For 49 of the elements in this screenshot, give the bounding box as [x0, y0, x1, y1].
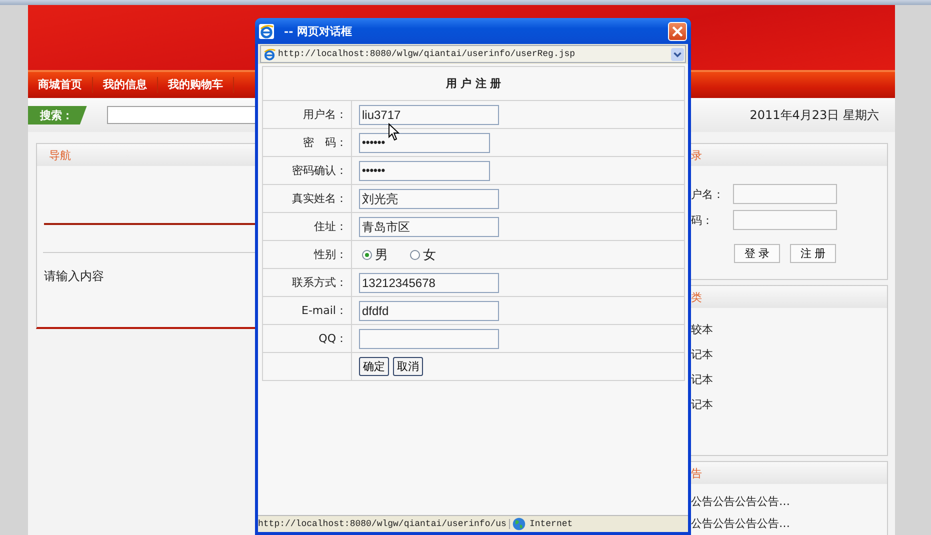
radio-option[interactable]: 男	[362, 246, 388, 264]
close-icon	[672, 26, 683, 36]
date-text: 2011年4月23日 星期六	[750, 106, 879, 124]
dropdown-icon	[671, 48, 684, 60]
form-button[interactable]: 取消	[393, 357, 423, 376]
nav-link[interactable]: 我的信息	[93, 77, 158, 93]
input-field[interactable]	[359, 328, 499, 348]
login-button[interactable]: 注 册	[790, 244, 836, 263]
input-field[interactable]	[733, 184, 837, 204]
zone-text: Internet	[529, 519, 573, 529]
field-label: 密 码：	[303, 136, 347, 149]
panel-title: 类	[691, 290, 702, 304]
field-label: 用户名：	[303, 108, 347, 121]
input-field[interactable]: dfdfd	[359, 300, 499, 320]
close-button[interactable]	[668, 22, 687, 40]
field-label: 密码确认：	[292, 164, 347, 177]
input-field[interactable]: 青岛市区	[359, 216, 499, 236]
field-label: QQ：	[318, 332, 347, 345]
input-field[interactable]	[733, 210, 837, 230]
search-label: 搜索：	[28, 106, 87, 124]
status-text: http://localhost:8080/wlgw/qiantai/userinfo/us	[258, 519, 510, 529]
field-label: 联系方式：	[292, 276, 347, 289]
input-field[interactable]: liu3717	[359, 104, 499, 124]
window-title: -- 网页对话框	[284, 24, 352, 38]
globe-icon	[512, 517, 526, 531]
radio-option[interactable]: 女	[410, 246, 436, 264]
form-title: 用 户 注 册	[446, 77, 502, 90]
field-label: 码：	[691, 212, 714, 228]
input-field[interactable]: 13212345678	[359, 272, 499, 292]
login-button[interactable]: 登 录	[734, 244, 780, 263]
address-field[interactable]: http://localhost:8080/wlgw/qiantai/userinfo/userReg.jsp	[260, 45, 686, 63]
panel-text: 请输入内容	[44, 268, 105, 285]
nav-link[interactable]: 我的购物车	[158, 77, 234, 93]
input-field[interactable]: 刘光亮	[359, 188, 499, 208]
password-field[interactable]: ••••••	[359, 160, 490, 180]
field-label: 住址：	[314, 220, 347, 233]
nav-link[interactable]: 商城首页	[28, 77, 93, 93]
panel-title: 告	[691, 466, 702, 480]
panel-title: 导航	[49, 148, 71, 162]
field-label: 性别：	[314, 248, 347, 261]
browser-icon	[263, 48, 276, 60]
field-label: 户名：	[691, 186, 725, 202]
cursor-icon	[388, 123, 400, 141]
browser-icon	[259, 24, 274, 38]
form-button[interactable]: 确定	[359, 357, 389, 376]
panel-title: 录	[691, 148, 702, 162]
field-label: 真实姓名：	[292, 192, 347, 205]
field-label: E-mail：	[302, 304, 347, 317]
password-field[interactable]: ••••••	[359, 132, 490, 152]
